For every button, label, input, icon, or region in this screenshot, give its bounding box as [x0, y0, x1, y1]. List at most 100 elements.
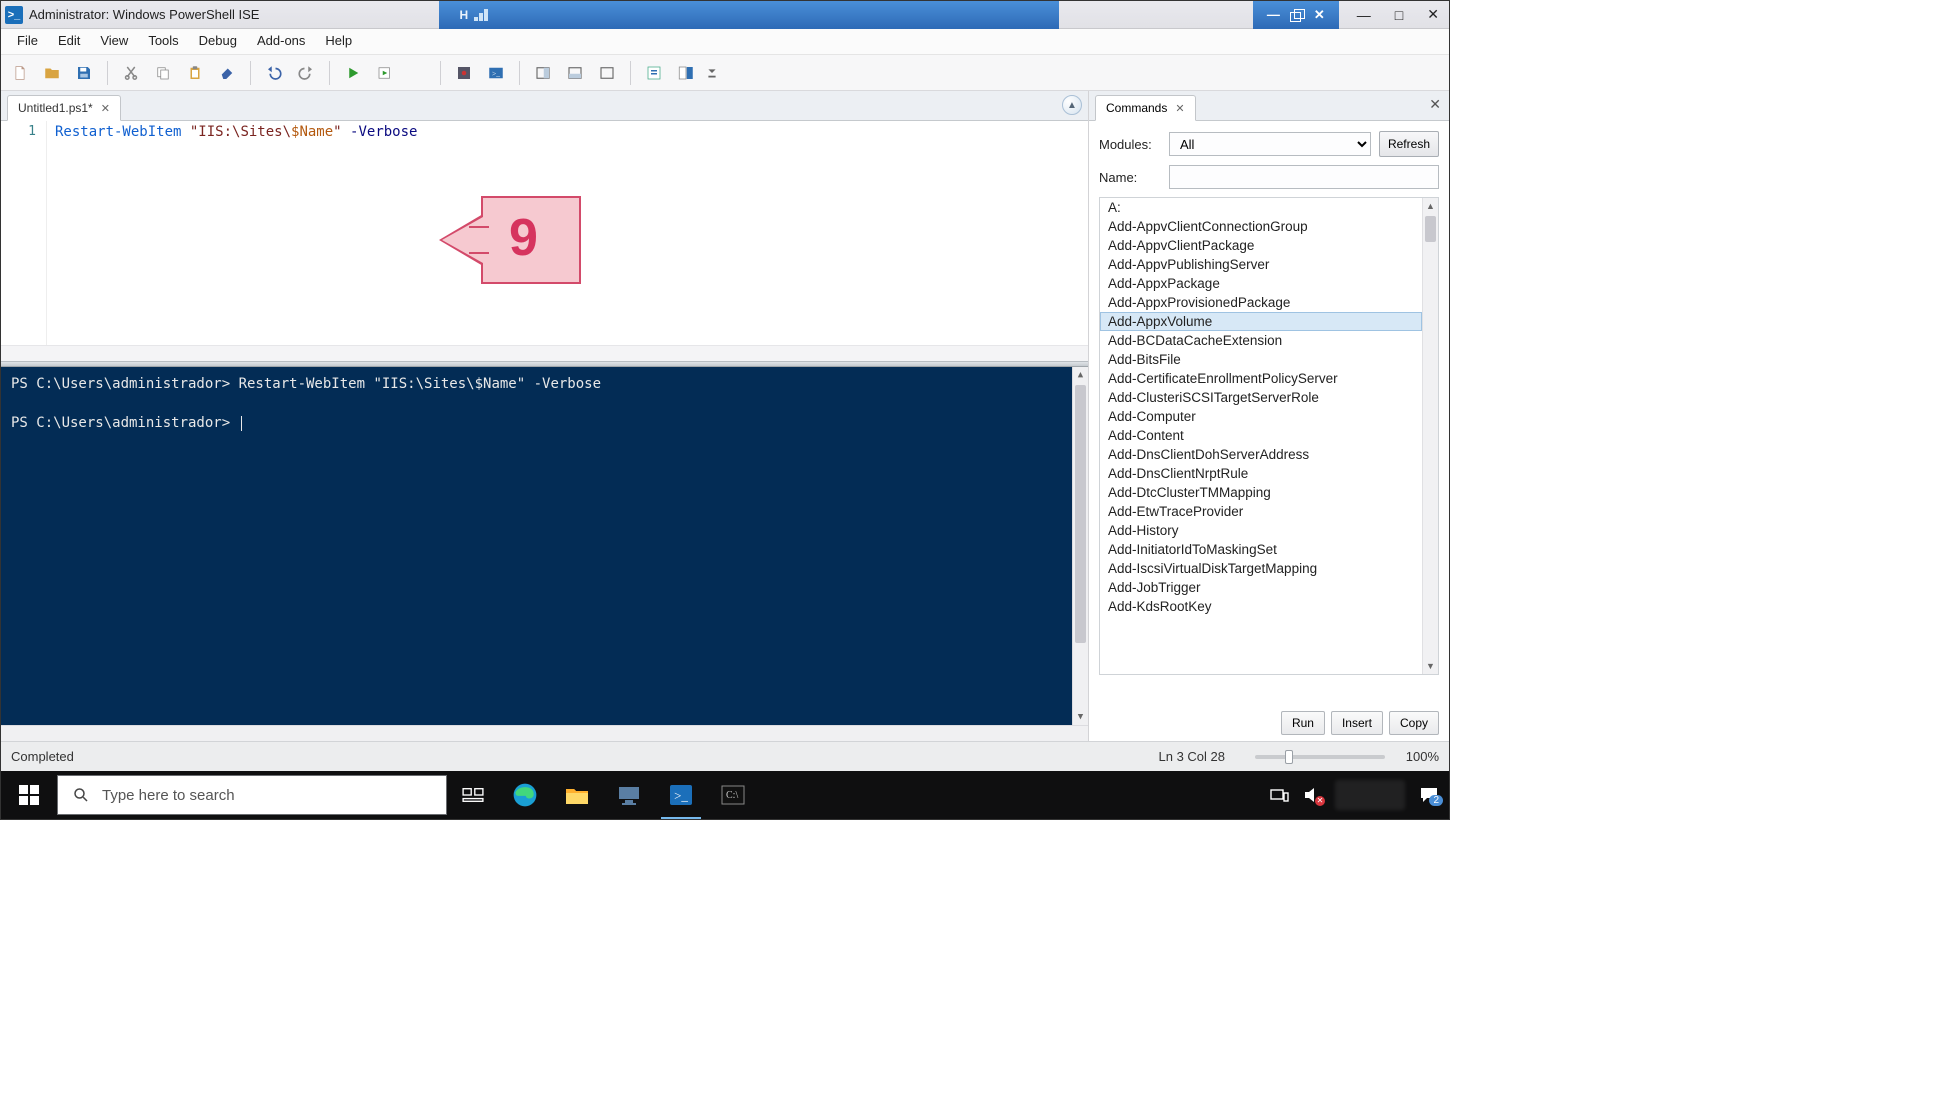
run-icon[interactable]	[340, 60, 366, 86]
commands-tab[interactable]: Commands ✕	[1095, 95, 1196, 121]
editor-code[interactable]: Restart-WebItem "IIS:\Sites\$Name" -Verb…	[47, 121, 1088, 361]
titlebar: >_ Administrator: Windows PowerShell ISE…	[1, 1, 1449, 29]
copy-button[interactable]: Copy	[1389, 711, 1439, 735]
menu-addons[interactable]: Add-ons	[247, 29, 315, 54]
search-icon	[72, 786, 90, 804]
redo-icon[interactable]	[293, 60, 319, 86]
script-tabstrip: Untitled1.ps1* ✕ ▲	[1, 91, 1088, 121]
zoom-slider[interactable]	[1255, 755, 1385, 759]
zoom-percent: 100%	[1395, 749, 1439, 764]
menu-view[interactable]: View	[90, 29, 138, 54]
copy-icon[interactable]	[150, 60, 176, 86]
edge-icon[interactable]	[499, 771, 551, 819]
maximize-icon[interactable]: □	[1395, 7, 1403, 23]
notifications-icon[interactable]: 2	[1419, 786, 1439, 804]
tray-datetime[interactable]	[1335, 780, 1405, 810]
command-list-item[interactable]: Add-DnsClientDohServerAddress	[1100, 445, 1422, 464]
commands-list-scrollbar[interactable]: ▲▼	[1422, 198, 1438, 674]
layout-right-icon[interactable]	[530, 60, 556, 86]
run-selection-icon[interactable]	[372, 60, 398, 86]
powershell-ise-taskbar-icon[interactable]: >_	[655, 771, 707, 819]
insert-button[interactable]: Insert	[1331, 711, 1383, 735]
close-icon[interactable]: ✕	[1427, 6, 1439, 23]
show-command-icon[interactable]	[641, 60, 667, 86]
command-list-item[interactable]: Add-BCDataCacheExtension	[1100, 331, 1422, 350]
server-manager-icon[interactable]	[603, 771, 655, 819]
command-list-item[interactable]: Add-Content	[1100, 426, 1422, 445]
command-list-item[interactable]: Add-IscsiVirtualDiskTargetMapping	[1100, 559, 1422, 578]
collapse-script-pane-icon[interactable]: ▲	[1062, 95, 1082, 115]
svg-text:>_: >_	[492, 69, 500, 78]
inner-restore-icon[interactable]	[1290, 9, 1304, 21]
layout-bottom-icon[interactable]	[562, 60, 588, 86]
menu-edit[interactable]: Edit	[48, 29, 90, 54]
cut-icon[interactable]	[118, 60, 144, 86]
minimize-icon[interactable]: —	[1357, 7, 1371, 23]
command-list-item[interactable]: Add-ClusteriSCSITargetServerRole	[1100, 388, 1422, 407]
task-view-icon[interactable]	[447, 771, 499, 819]
command-list-item[interactable]: Add-AppxPackage	[1100, 274, 1422, 293]
command-list-item[interactable]: Add-KdsRootKey	[1100, 597, 1422, 616]
editor-gutter: 1	[1, 121, 47, 361]
command-list-item[interactable]: Add-Computer	[1100, 407, 1422, 426]
svg-text:C:\: C:\	[726, 790, 738, 801]
tab-close-icon[interactable]: ✕	[101, 102, 110, 115]
menu-file[interactable]: File	[7, 29, 48, 54]
run-button[interactable]: Run	[1281, 711, 1325, 735]
editor-h-scrollbar[interactable]	[1, 345, 1088, 361]
new-remote-tab-icon[interactable]: >_	[483, 60, 509, 86]
command-list-item[interactable]: Add-DnsClientNrptRule	[1100, 464, 1422, 483]
tray-volume-icon[interactable]: ✕	[1303, 787, 1321, 803]
start-button[interactable]	[1, 771, 57, 819]
command-list-item[interactable]: Add-AppvPublishingServer	[1100, 255, 1422, 274]
name-input[interactable]	[1169, 165, 1439, 189]
commands-list[interactable]: A:Add-AppvClientConnectionGroupAdd-AppvC…	[1099, 197, 1439, 675]
save-icon[interactable]	[71, 60, 97, 86]
undo-icon[interactable]	[261, 60, 287, 86]
menu-help[interactable]: Help	[315, 29, 362, 54]
console-pane[interactable]: PS C:\Users\administrador> Restart-WebIt…	[1, 367, 1088, 741]
command-list-item[interactable]: Add-DtcClusterTMMapping	[1100, 483, 1422, 502]
paste-icon[interactable]	[182, 60, 208, 86]
command-list-item[interactable]: Add-EtwTraceProvider	[1100, 502, 1422, 521]
name-label: Name:	[1099, 170, 1161, 185]
taskbar-search[interactable]: Type here to search	[57, 775, 447, 815]
command-list-item[interactable]: Add-History	[1100, 521, 1422, 540]
refresh-button[interactable]: Refresh	[1379, 131, 1439, 157]
command-list-item[interactable]: Add-AppvClientConnectionGroup	[1100, 217, 1422, 236]
show-command-addon-icon[interactable]	[673, 60, 699, 86]
command-list-item[interactable]: Add-CertificateEnrollmentPolicyServer	[1100, 369, 1422, 388]
menu-tools[interactable]: Tools	[138, 29, 188, 54]
layout-full-icon[interactable]	[594, 60, 620, 86]
inner-minimize-icon[interactable]: —	[1267, 7, 1280, 22]
menu-debug[interactable]: Debug	[189, 29, 247, 54]
cmd-icon[interactable]: C:\	[707, 771, 759, 819]
commands-pane: Commands ✕ ✕ Modules: All Refresh Name: …	[1089, 91, 1449, 741]
open-file-icon[interactable]	[39, 60, 65, 86]
command-list-item[interactable]: Add-AppvClientPackage	[1100, 236, 1422, 255]
command-list-item[interactable]: Add-AppxProvisionedPackage	[1100, 293, 1422, 312]
commands-pane-close-icon[interactable]: ✕	[1429, 97, 1441, 114]
command-list-item[interactable]: Add-BitsFile	[1100, 350, 1422, 369]
command-list-item[interactable]: A:	[1100, 198, 1422, 217]
command-list-item[interactable]: Add-InitiatorIdToMaskingSet	[1100, 540, 1422, 559]
windows-logo-icon	[19, 785, 39, 805]
script-editor[interactable]: 1 Restart-WebItem "IIS:\Sites\$Name" -Ve…	[1, 121, 1088, 361]
command-list-item[interactable]: Add-JobTrigger	[1100, 578, 1422, 597]
file-explorer-icon[interactable]	[551, 771, 603, 819]
clear-icon[interactable]	[214, 60, 240, 86]
console-v-scrollbar[interactable]: ▲▼	[1072, 367, 1088, 725]
window-title: Administrator: Windows PowerShell ISE	[29, 7, 259, 22]
toolbar-overflow-icon[interactable]	[705, 60, 719, 86]
inner-close-icon[interactable]: ✕	[1314, 7, 1325, 23]
new-file-icon[interactable]	[7, 60, 33, 86]
tray-network-icon[interactable]	[1269, 787, 1289, 803]
command-list-item[interactable]: Add-AppxVolume	[1100, 312, 1422, 331]
console-h-scrollbar[interactable]	[1, 725, 1088, 741]
statusbar: Completed Ln 3 Col 28 100%	[1, 741, 1449, 771]
stop-icon[interactable]	[404, 60, 430, 86]
commands-tab-close-icon[interactable]: ✕	[1175, 102, 1184, 115]
breakpoint-icon[interactable]	[451, 60, 477, 86]
modules-select[interactable]: All	[1169, 132, 1371, 156]
script-tab[interactable]: Untitled1.ps1* ✕	[7, 95, 121, 121]
